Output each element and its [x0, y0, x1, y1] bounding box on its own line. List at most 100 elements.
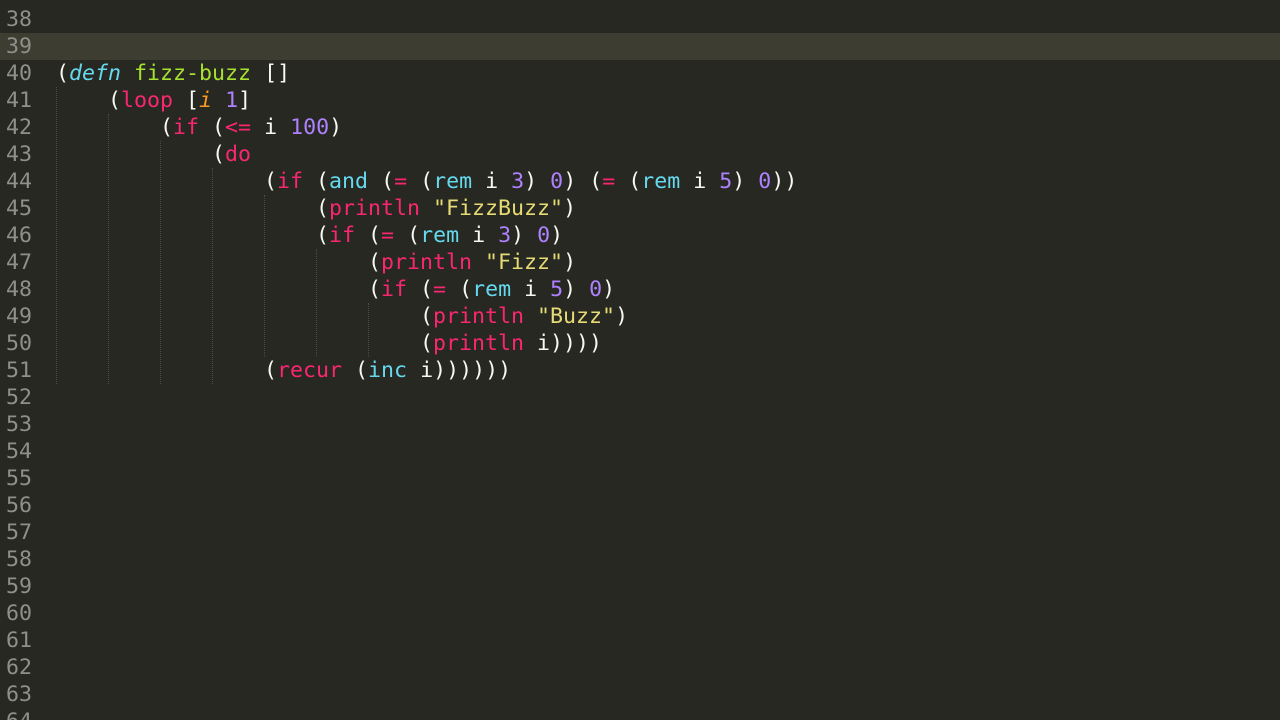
code-token: ): [732, 169, 759, 194]
code-line[interactable]: 39: [0, 33, 1280, 60]
code-token: ): [563, 196, 577, 221]
code-line[interactable]: 52: [0, 384, 1280, 411]
line-number: 47: [6, 250, 33, 275]
code-line[interactable]: 49 (println "Buzz"): [0, 303, 1280, 330]
line-code: (println "FizzBuzz"): [56, 195, 576, 222]
code-token: (: [56, 142, 226, 167]
code-token: i: [251, 115, 291, 140]
code-token: (: [394, 223, 421, 248]
code-line[interactable]: 61: [0, 627, 1280, 654]
code-line[interactable]: 56: [0, 492, 1280, 519]
line-code: (println i)))): [56, 330, 602, 357]
line-number: 51: [6, 358, 33, 383]
code-token: recur: [277, 358, 343, 383]
line-number: 63: [6, 682, 33, 707]
line-number: 44: [6, 169, 33, 194]
code-token: if: [173, 115, 200, 140]
code-line[interactable]: 60: [0, 600, 1280, 627]
code-line[interactable]: 40 (defn fizz-buzz []: [0, 60, 1280, 87]
code-token: ): [563, 277, 590, 302]
code-token: (: [56, 250, 382, 275]
code-token: 0: [589, 277, 603, 302]
line-code: (if (<= i 100): [56, 114, 342, 141]
code-token: (: [56, 169, 278, 194]
code-line[interactable]: 50 (println i)))): [0, 330, 1280, 357]
code-token: (: [446, 277, 473, 302]
code-token: println: [433, 304, 525, 329]
code-token: (: [199, 115, 226, 140]
code-token: defn: [69, 61, 122, 86]
line-number: 64: [6, 708, 32, 720]
code-line[interactable]: 54: [0, 438, 1280, 465]
line-code: (if (= (rem i 5) 0): [56, 276, 615, 303]
code-token: (: [303, 169, 330, 194]
line-code: (if (and (= (rem i 3) 0) (= (rem i 5) 0)…: [56, 168, 797, 195]
line-number: 40: [6, 61, 33, 86]
code-line[interactable]: 46 (if (= (rem i 3) 0): [0, 222, 1280, 249]
code-token: ): [563, 250, 577, 275]
code-line[interactable]: 42 (if (<= i 100): [0, 114, 1280, 141]
code-token: ): [524, 169, 551, 194]
code-token: ) (: [563, 169, 603, 194]
line-number: 55: [6, 466, 33, 491]
code-line[interactable]: 57: [0, 519, 1280, 546]
code-token: rem: [420, 223, 460, 248]
line-number: 57: [6, 520, 33, 545]
code-line[interactable]: 53: [0, 411, 1280, 438]
code-token: if: [277, 169, 304, 194]
code-token: =: [602, 169, 616, 194]
code-line[interactable]: 47 (println "Fizz"): [0, 249, 1280, 276]
line-number: 50: [6, 331, 33, 356]
line-number: 49: [6, 304, 33, 329]
line-code: (defn fizz-buzz []: [56, 60, 290, 87]
line-number: 59: [6, 574, 33, 599]
line-number: 54: [6, 439, 33, 464]
code-token: println: [433, 331, 525, 356]
code-line[interactable]: 62: [0, 654, 1280, 681]
code-line[interactable]: 58: [0, 546, 1280, 573]
line-number: 58: [6, 547, 33, 572]
code-token: (: [56, 358, 278, 383]
code-line[interactable]: 64: [0, 708, 1280, 720]
code-line[interactable]: 51 (recur (inc i)))))): [0, 357, 1280, 384]
code-editor[interactable]: 38 39 40 (defn fizz-buzz [] 41 (loop [i 1] 42…: [0, 0, 1280, 720]
code-token: (: [56, 61, 70, 86]
code-line[interactable]: 59: [0, 573, 1280, 600]
line-number: 62: [6, 655, 33, 680]
line-number: 61: [6, 628, 33, 653]
code-line[interactable]: 38: [0, 6, 1280, 33]
code-line[interactable]: 45 (println "FizzBuzz"): [0, 195, 1280, 222]
line-number: 48: [6, 277, 33, 302]
code-line[interactable]: 44 (if (and (= (rem i 3) 0) (= (rem i 5)…: [0, 168, 1280, 195]
code-token: (: [56, 331, 434, 356]
code-token: rem: [641, 169, 681, 194]
code-line[interactable]: 63: [0, 681, 1280, 708]
code-token: (: [342, 358, 369, 383]
line-code: (println "Buzz"): [56, 303, 628, 330]
code-token: loop: [121, 88, 174, 113]
code-token: (: [56, 304, 434, 329]
line-number: 53: [6, 412, 33, 437]
code-line[interactable]: 48 (if (= (rem i 5) 0): [0, 276, 1280, 303]
code-token: []: [251, 61, 291, 86]
code-token: )): [771, 169, 798, 194]
code-token: i: [459, 223, 499, 248]
code-token: rem: [433, 169, 473, 194]
code-token: [: [173, 88, 200, 113]
code-line[interactable]: 55: [0, 465, 1280, 492]
code-token: 3: [511, 169, 525, 194]
code-token: i: [680, 169, 720, 194]
code-token: "Buzz": [537, 304, 616, 329]
code-token: inc: [368, 358, 408, 383]
code-token: (: [56, 196, 330, 221]
code-line[interactable]: 41 (loop [i 1]: [0, 87, 1280, 114]
code-token: 100: [290, 115, 330, 140]
code-token: ): [550, 223, 564, 248]
code-token: if: [329, 223, 356, 248]
code-line[interactable]: 43 (do: [0, 141, 1280, 168]
code-token: 3: [498, 223, 512, 248]
